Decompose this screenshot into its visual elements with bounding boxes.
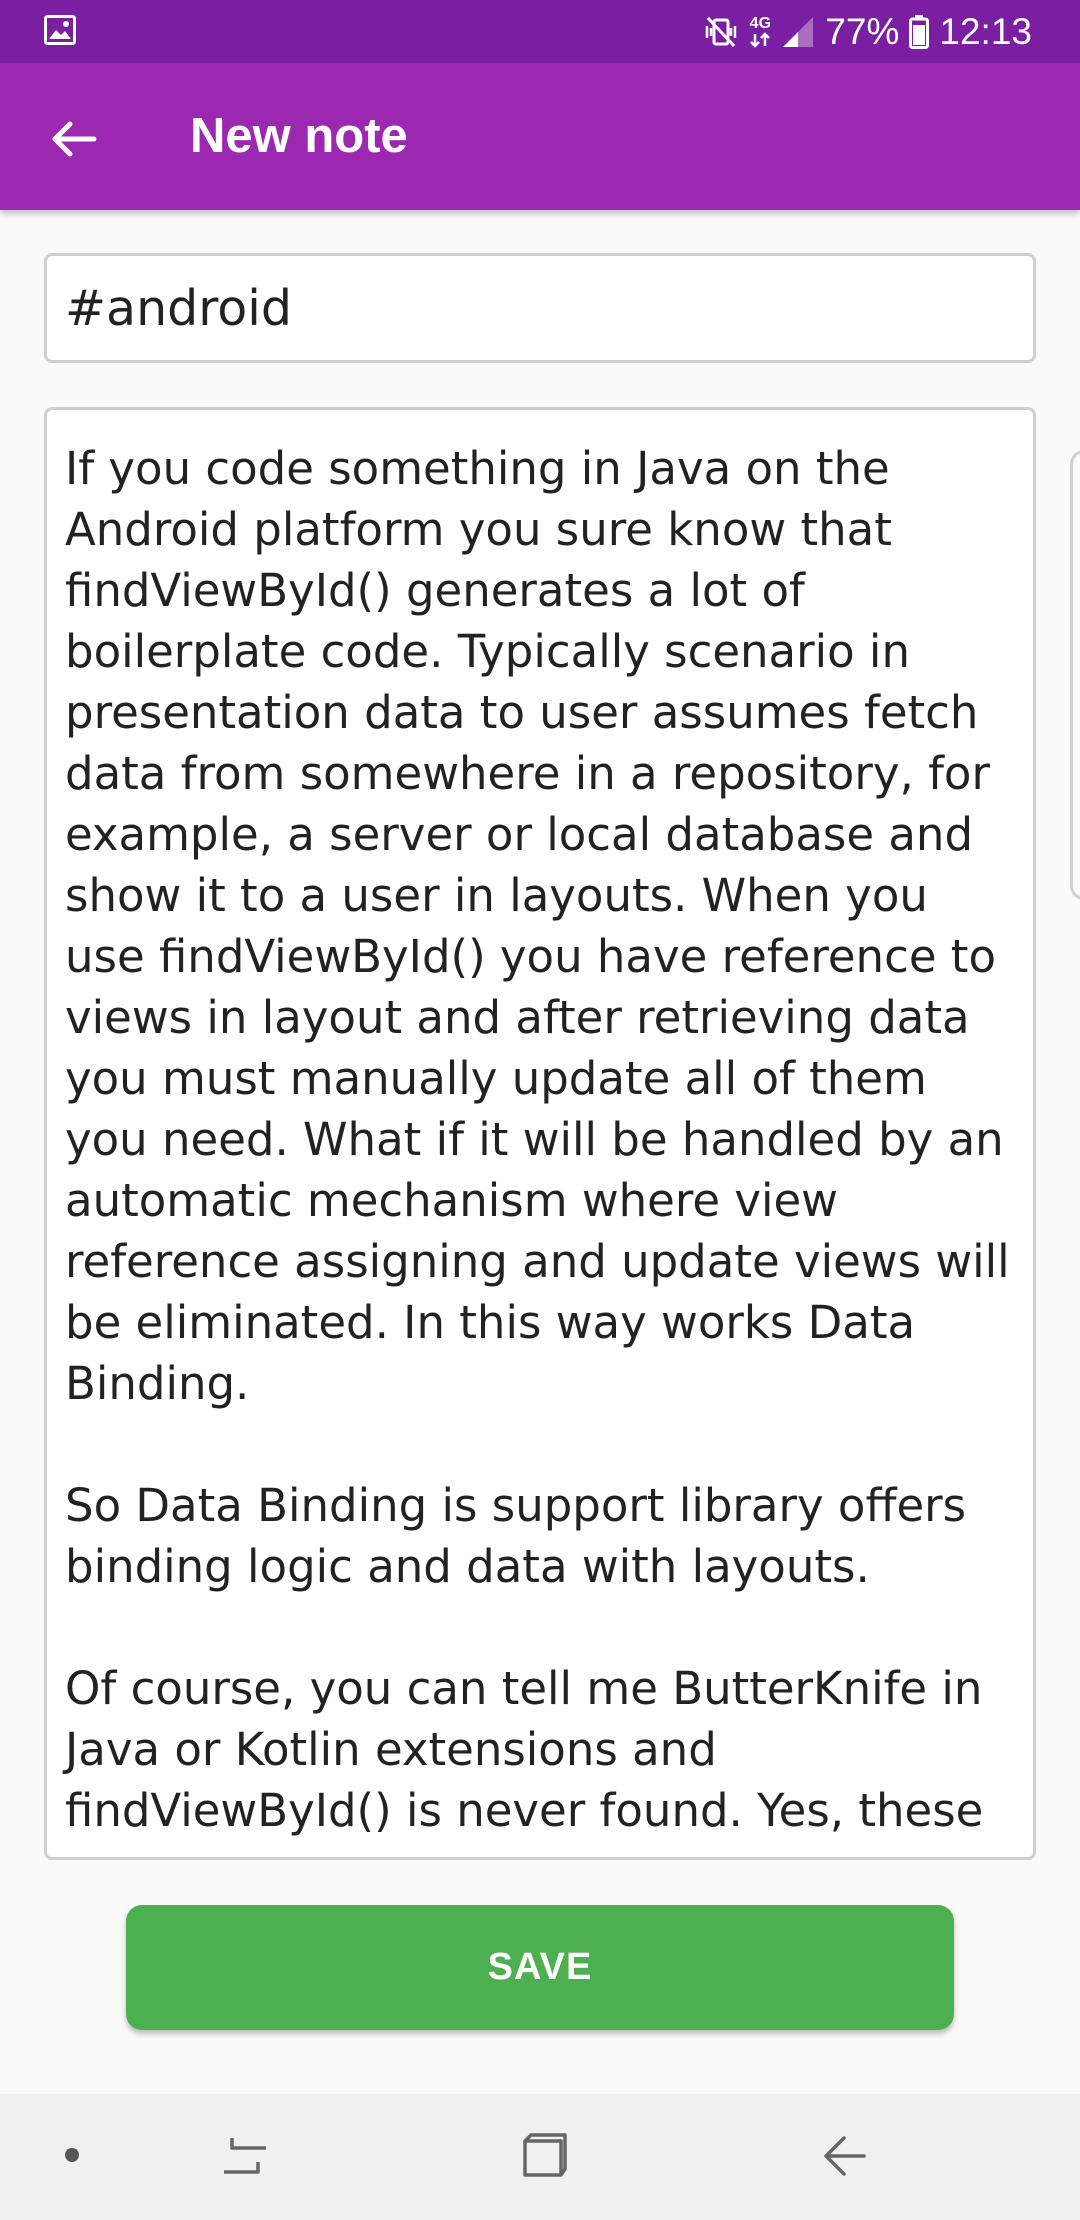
- nav-dot-button[interactable]: [40, 2094, 104, 2220]
- note-paragraph: Of course, you can tell me ButterKnife i…: [65, 1662, 984, 1837]
- edge-panel-handle[interactable]: [1070, 450, 1080, 900]
- tag-input[interactable]: [44, 253, 1036, 363]
- page-title: New note: [190, 109, 408, 163]
- network-label: 4G: [749, 14, 772, 32]
- clock: 12:13: [939, 10, 1032, 52]
- note-body-field[interactable]: If you code something in Java on the And…: [44, 407, 1036, 1860]
- battery-icon: [909, 14, 930, 49]
- network-4g-icon: 4G: [749, 14, 772, 48]
- mute-vibrate-icon: [703, 14, 739, 50]
- recent-apps-icon: [222, 2132, 268, 2182]
- system-back-button[interactable]: [800, 2094, 890, 2220]
- note-paragraph: If you code something in Java on the And…: [65, 442, 1010, 1410]
- app-bar: New note: [0, 63, 1080, 210]
- arrow-left-icon: [50, 119, 98, 163]
- recent-apps-button[interactable]: [200, 2094, 290, 2220]
- dot-icon: [64, 2147, 80, 2167]
- save-button[interactable]: SAVE: [126, 1905, 954, 2030]
- back-icon: [822, 2132, 868, 2182]
- status-bar: 4G 77% 12:13: [0, 0, 1080, 63]
- image-icon: [44, 15, 76, 45]
- battery-percent: 77%: [825, 10, 900, 52]
- home-icon: [521, 2131, 569, 2183]
- navigation-bar: [0, 2094, 1080, 2220]
- back-button[interactable]: [32, 99, 116, 183]
- signal-icon: [781, 15, 815, 49]
- note-paragraph: So Data Binding is support library offer…: [65, 1479, 967, 1593]
- status-indicators: 4G 77% 12:13: [703, 0, 1032, 63]
- home-button[interactable]: [500, 2094, 590, 2220]
